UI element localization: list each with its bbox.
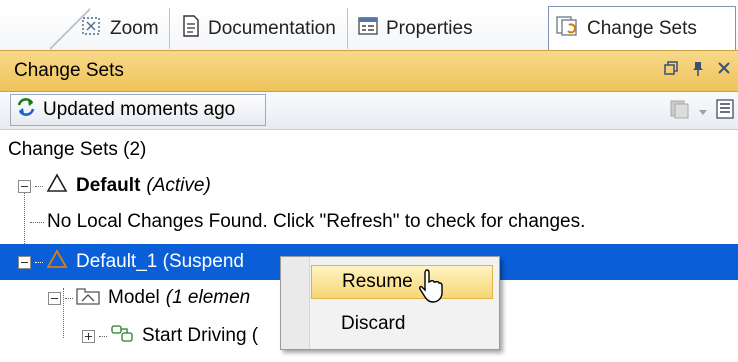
change-set-icon	[46, 173, 68, 199]
zoom-icon	[80, 15, 102, 43]
refresh-status-label: Updated moments ago	[43, 99, 236, 120]
menu-icon-gutter	[281, 257, 310, 349]
panel-title: Change Sets	[14, 60, 124, 81]
tree-connector	[35, 261, 43, 263]
toolbar-right	[668, 98, 734, 126]
close-icon[interactable]	[718, 61, 730, 81]
list-view-icon[interactable]	[716, 99, 734, 125]
tab-properties[interactable]: Properties	[352, 8, 534, 49]
dropdown-arrow-icon[interactable]	[698, 101, 708, 123]
tree-connector	[30, 221, 44, 223]
change-set-icon	[46, 249, 68, 275]
context-menu: Resume Discard	[280, 256, 500, 350]
menu-item-label: Discard	[341, 313, 406, 334]
collapse-icon[interactable]	[18, 179, 31, 193]
collapse-icon[interactable]	[48, 291, 61, 305]
tree-connector	[35, 185, 43, 187]
change-set-name: Default	[76, 175, 141, 196]
tab-change-sets[interactable]: Change Sets	[548, 6, 736, 50]
expand-icon[interactable]	[82, 329, 95, 343]
tree-node-no-changes[interactable]: No Local Changes Found. Click "Refresh" …	[0, 204, 738, 240]
model-name: Model	[108, 287, 160, 308]
tab-bar: Zoom Documentation Properties Change Set…	[0, 0, 738, 51]
document-icon	[182, 14, 200, 43]
menu-item-resume[interactable]: Resume	[311, 265, 493, 299]
menu-item-discard[interactable]: Discard	[311, 307, 493, 341]
change-set-name: Default_1 (Suspend	[76, 251, 244, 272]
tree-node-default[interactable]: Default (Active)	[0, 168, 738, 204]
tab-label: Properties	[386, 17, 473, 39]
element-label: Start Driving (	[142, 325, 259, 346]
commit-icon[interactable]	[668, 98, 690, 126]
tree-connector	[65, 297, 73, 299]
model-package-icon	[76, 285, 100, 311]
panel-title-bar: Change Sets	[0, 50, 738, 92]
properties-icon	[358, 16, 378, 42]
tab-label: Change Sets	[587, 17, 697, 39]
tab-label: Zoom	[110, 17, 159, 39]
tree-header-label: Change Sets (2)	[8, 139, 147, 160]
collapse-icon[interactable]	[18, 255, 31, 269]
no-changes-message: No Local Changes Found. Click "Refresh" …	[47, 211, 586, 232]
change-set-state: (Active)	[146, 175, 211, 196]
tab-documentation[interactable]: Documentation	[176, 8, 348, 49]
pin-icon[interactable]	[692, 61, 704, 81]
refresh-button[interactable]: Updated moments ago	[10, 94, 266, 126]
change-sets-icon	[555, 15, 579, 43]
panel-controls	[664, 61, 730, 81]
refresh-icon	[15, 96, 37, 124]
tab-zoom[interactable]: Zoom	[74, 8, 170, 49]
tree-connector	[99, 335, 107, 337]
mouse-pointer-icon	[418, 268, 444, 310]
activity-icon	[110, 323, 134, 349]
tab-label: Documentation	[208, 17, 336, 39]
restore-icon[interactable]	[664, 61, 678, 81]
menu-item-label: Resume	[342, 271, 413, 292]
tree-header: Change Sets (2)	[0, 132, 738, 168]
model-info: (1 elemen	[165, 287, 251, 308]
panel-toolbar: Updated moments ago	[0, 92, 738, 130]
